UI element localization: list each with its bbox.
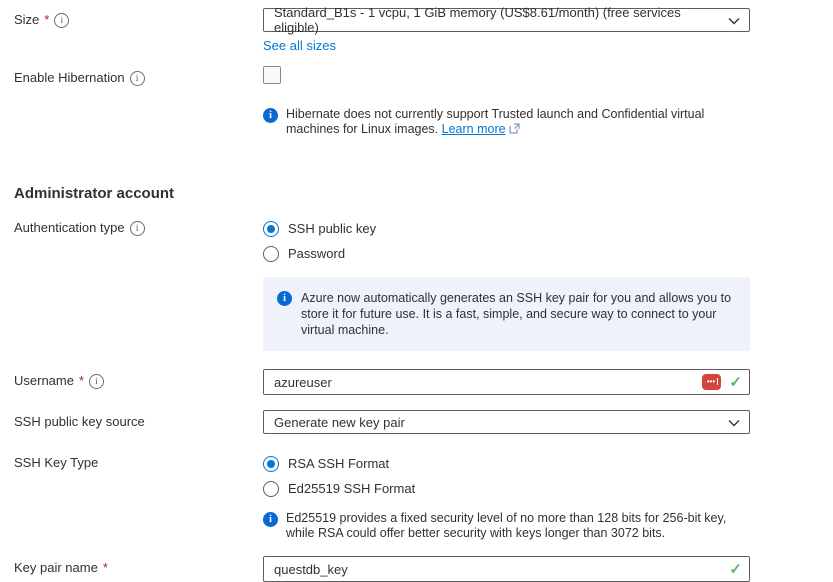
key-pair-name-label: Key pair name <box>14 559 98 577</box>
hibernate-note-text: Hibernate does not currently support Tru… <box>286 107 750 138</box>
size-row: Size * i Standard_B1s - 1 vcpu, 1 GiB me… <box>0 8 833 53</box>
valid-check-icon: ✓ <box>729 562 742 577</box>
chevron-down-icon <box>728 13 740 28</box>
required-asterisk: * <box>103 559 108 577</box>
info-icon[interactable]: i <box>130 71 145 86</box>
extension-badge-icon[interactable] <box>702 374 721 390</box>
username-row: Username * i ✓ <box>0 369 833 395</box>
chevron-down-icon <box>728 415 740 430</box>
valid-check-icon: ✓ <box>729 375 742 390</box>
username-label: Username <box>14 372 74 390</box>
info-filled-icon: i <box>263 108 278 123</box>
info-icon[interactable]: i <box>130 221 145 236</box>
ed25519-note-text: Ed25519 provides a fixed security level … <box>286 511 750 541</box>
radio-label: Password <box>288 246 345 261</box>
info-filled-icon: i <box>263 512 278 527</box>
enable-hibernation-row: Enable Hibernation i <box>0 66 833 87</box>
size-label: Size <box>14 11 39 29</box>
radio-label: SSH public key <box>288 221 376 236</box>
ssh-key-source-dropdown[interactable]: Generate new key pair <box>263 410 750 434</box>
hibernate-note: i Hibernate does not currently support T… <box>263 107 750 138</box>
authentication-type-row: Authentication type i SSH public key Pas… <box>0 216 833 266</box>
radio-password[interactable]: Password <box>263 241 750 266</box>
see-all-sizes-link[interactable]: See all sizes <box>263 38 336 53</box>
info-filled-icon: i <box>277 291 292 306</box>
enable-hibernation-checkbox[interactable] <box>263 66 281 84</box>
enable-hibernation-label: Enable Hibernation <box>14 69 125 87</box>
radio-ed25519-ssh-format[interactable]: Ed25519 SSH Format <box>263 476 750 501</box>
radio-unselected-icon <box>263 481 279 497</box>
radio-selected-icon <box>263 221 279 237</box>
ssh-key-source-value: Generate new key pair <box>274 415 405 430</box>
username-input[interactable] <box>264 370 702 394</box>
key-pair-name-row: Key pair name * ✓ <box>0 556 833 582</box>
radio-label: Ed25519 SSH Format <box>288 481 415 496</box>
size-dropdown[interactable]: Standard_B1s - 1 vcpu, 1 GiB memory (US$… <box>263 8 750 32</box>
username-field: ✓ <box>263 369 750 395</box>
required-asterisk: * <box>44 11 49 29</box>
radio-rsa-ssh-format[interactable]: RSA SSH Format <box>263 451 750 476</box>
learn-more-link[interactable]: Learn more <box>442 122 506 136</box>
radio-selected-icon <box>263 456 279 472</box>
size-dropdown-value: Standard_B1s - 1 vcpu, 1 GiB memory (US$… <box>274 5 720 35</box>
external-link-icon[interactable] <box>509 123 520 138</box>
key-pair-name-field: ✓ <box>263 556 750 582</box>
info-icon[interactable]: i <box>54 13 69 28</box>
ssh-key-source-row: SSH public key source Generate new key p… <box>0 410 833 434</box>
ed25519-note: i Ed25519 provides a fixed security leve… <box>263 511 750 541</box>
authentication-type-label: Authentication type <box>14 219 125 237</box>
required-asterisk: * <box>79 372 84 390</box>
radio-label: RSA SSH Format <box>288 456 389 471</box>
ssh-key-type-row: SSH Key Type RSA SSH Format Ed25519 SSH … <box>0 451 833 541</box>
ssh-key-type-label: SSH Key Type <box>14 454 98 472</box>
admin-account-heading: Administrator account <box>14 185 833 202</box>
ssh-keypair-infobox-text: Azure now automatically generates an SSH… <box>301 290 732 338</box>
key-pair-name-input[interactable] <box>264 557 729 581</box>
info-icon[interactable]: i <box>89 374 104 389</box>
radio-unselected-icon <box>263 246 279 262</box>
ssh-keypair-infobox: i Azure now automatically generates an S… <box>263 277 750 351</box>
ssh-key-source-label: SSH public key source <box>14 413 145 431</box>
radio-ssh-public-key[interactable]: SSH public key <box>263 216 750 241</box>
